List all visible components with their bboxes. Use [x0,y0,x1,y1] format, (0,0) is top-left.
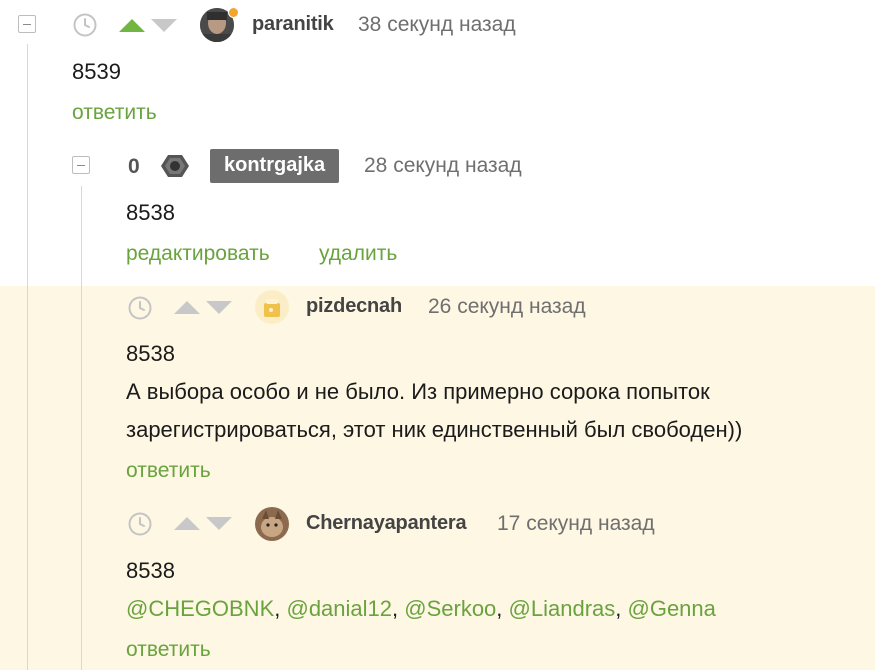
downvote-icon[interactable] [206,517,232,530]
username-badge[interactable]: kontrgajka [210,149,340,183]
clock-icon[interactable] [73,13,97,37]
username[interactable]: pizdecnah [306,295,402,318]
timestamp[interactable]: 26 секунд назад [428,295,586,319]
comment-text: 8539 [72,59,121,84]
downvote-icon[interactable] [206,301,232,314]
comment-text: зарегистрироваться, этот ник единственны… [126,417,743,442]
upvote-icon[interactable] [119,19,145,32]
delete-button[interactable]: удалить [319,242,397,266]
edit-button[interactable]: редактировать [126,242,270,266]
mentions-line: @CHEGOBNK, @danial12, @Serkoo, @Liandras… [126,596,716,621]
reply-button[interactable]: ответить [126,459,211,483]
comment-text: А выбора особо и не было. Из примерно со… [126,379,710,404]
downvote-icon[interactable] [151,19,177,32]
thread-line[interactable] [27,44,28,670]
rating-score: 0 [128,155,140,178]
upvote-icon[interactable] [174,517,200,530]
mention-link[interactable]: @Liandras [509,596,616,621]
clock-icon[interactable] [128,512,152,536]
timestamp[interactable]: 28 секунд назад [364,154,522,178]
username[interactable]: Chernayapantera [306,512,467,535]
clock-icon[interactable] [128,296,152,320]
comment-text: 8538 [126,200,175,225]
avatar[interactable] [255,507,289,541]
timestamp[interactable]: 17 секунд назад [497,512,655,536]
comment-text: 8538 [126,558,175,583]
thread-line[interactable] [81,186,82,670]
mention-link[interactable]: @danial12 [286,596,392,621]
online-indicator [228,7,239,18]
collapse-icon[interactable] [18,15,36,33]
upvote-icon[interactable] [174,301,200,314]
comment-text: 8538 [126,341,175,366]
mention-link[interactable]: @Genna [628,596,716,621]
reply-button[interactable]: ответить [126,638,211,662]
reply-button[interactable]: ответить [72,101,157,125]
avatar[interactable] [158,149,192,183]
mention-link[interactable]: @CHEGOBNK [126,596,274,621]
collapse-icon[interactable] [72,156,90,174]
username[interactable]: paranitik [252,13,334,36]
timestamp[interactable]: 38 секунд назад [358,13,516,37]
avatar[interactable] [255,290,289,324]
mention-link[interactable]: @Serkoo [404,596,496,621]
